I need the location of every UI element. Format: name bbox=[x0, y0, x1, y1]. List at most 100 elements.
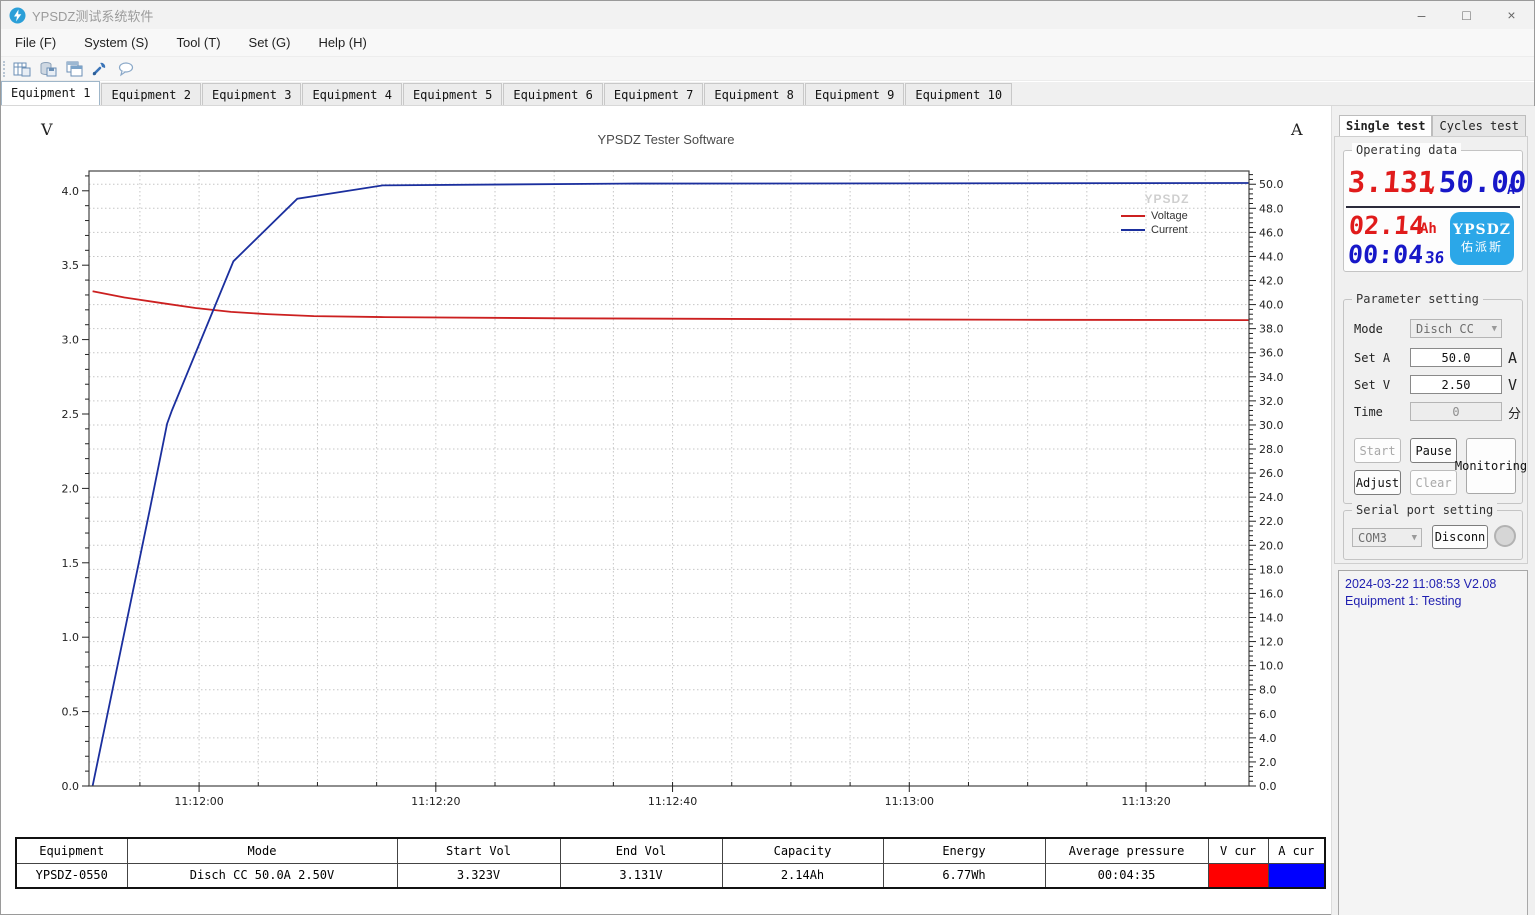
tab-equipment-10[interactable]: Equipment 10 bbox=[905, 83, 1012, 105]
parameter-setting-group: Parameter setting Mode Disch CC ▼ Set A … bbox=[1343, 299, 1523, 504]
svg-text:46.0: 46.0 bbox=[1259, 226, 1284, 239]
copy-icon[interactable] bbox=[63, 60, 85, 78]
legend-item-voltage: Voltage bbox=[1121, 209, 1213, 223]
tab-equipment-9[interactable]: Equipment 9 bbox=[805, 83, 904, 105]
elapsed-seconds-readout: 36 bbox=[1424, 248, 1445, 267]
adjust-button[interactable]: Adjust bbox=[1354, 470, 1401, 495]
menu-help[interactable]: Help (H) bbox=[304, 29, 380, 56]
mode-dropdown[interactable]: Disch CC ▼ bbox=[1410, 319, 1502, 338]
menu-tool[interactable]: Tool (T) bbox=[162, 29, 234, 56]
chart-legend: YPSDZ Voltage Current bbox=[1121, 192, 1213, 237]
table-cell: 3.131V bbox=[560, 863, 722, 888]
tab-equipment-7[interactable]: Equipment 7 bbox=[604, 83, 703, 105]
svg-text:38.0: 38.0 bbox=[1259, 323, 1284, 336]
elapsed-time-readout: 00:04 bbox=[1347, 240, 1424, 269]
svg-text:48.0: 48.0 bbox=[1259, 202, 1284, 215]
set-a-input[interactable] bbox=[1410, 348, 1502, 367]
time-input[interactable] bbox=[1410, 402, 1502, 421]
tab-equipment-4[interactable]: Equipment 4 bbox=[302, 83, 401, 105]
svg-text:28.0: 28.0 bbox=[1259, 443, 1284, 456]
svg-text:16.0: 16.0 bbox=[1259, 587, 1284, 600]
tool-bar bbox=[1, 57, 1534, 81]
v-cur-cell bbox=[1208, 863, 1268, 888]
set-v-label: Set V bbox=[1354, 378, 1390, 392]
clear-button[interactable]: Clear bbox=[1410, 470, 1457, 495]
start-button[interactable]: Start bbox=[1354, 438, 1401, 463]
time-unit: 分 bbox=[1508, 403, 1521, 422]
monitoring-button[interactable]: Monitoring bbox=[1466, 438, 1516, 494]
wrench-icon[interactable] bbox=[89, 60, 111, 78]
chart-watermark: YPSDZ bbox=[1121, 192, 1213, 206]
tab-equipment-8[interactable]: Equipment 8 bbox=[704, 83, 803, 105]
legend-item-current: Current bbox=[1121, 223, 1213, 237]
svg-text:0.0: 0.0 bbox=[62, 780, 80, 793]
mode-value: Disch CC bbox=[1416, 322, 1474, 336]
table-cell: YPSDZ-0550 bbox=[16, 863, 127, 888]
tab-equipment-3[interactable]: Equipment 3 bbox=[202, 83, 301, 105]
svg-text:10.0: 10.0 bbox=[1259, 660, 1284, 673]
com-port-dropdown[interactable]: COM3 ▼ bbox=[1352, 528, 1422, 547]
menu-set[interactable]: Set (G) bbox=[235, 29, 305, 56]
report-icon[interactable] bbox=[11, 60, 33, 78]
svg-text:24.0: 24.0 bbox=[1259, 491, 1284, 504]
set-a-label: Set A bbox=[1354, 351, 1390, 365]
minimize-button[interactable]: – bbox=[1399, 1, 1444, 29]
svg-text:2.0: 2.0 bbox=[62, 482, 80, 495]
parameter-setting-title: Parameter setting bbox=[1352, 292, 1483, 306]
ypsdz-logo: YPSDZ 佑派斯 bbox=[1450, 212, 1514, 265]
log-line: 2024-03-22 11:08:53 V2.08 bbox=[1345, 576, 1521, 593]
svg-text:3.5: 3.5 bbox=[62, 259, 80, 272]
tab-equipment-6[interactable]: Equipment 6 bbox=[503, 83, 602, 105]
table-header-cell: A cur bbox=[1268, 838, 1325, 863]
svg-text:4.0: 4.0 bbox=[62, 185, 80, 198]
menu-system[interactable]: System (S) bbox=[70, 29, 162, 56]
chevron-down-icon: ▼ bbox=[1412, 533, 1417, 543]
svg-text:44.0: 44.0 bbox=[1259, 250, 1284, 263]
svg-text:34.0: 34.0 bbox=[1259, 371, 1284, 384]
chart-region: V A YPSDZ Tester Software 0.00.51.01.52.… bbox=[1, 106, 1331, 836]
table-cell: 2.14Ah bbox=[722, 863, 883, 888]
save-icon[interactable] bbox=[37, 60, 59, 78]
voltage-line-swatch bbox=[1121, 215, 1145, 217]
svg-text:40.0: 40.0 bbox=[1259, 299, 1284, 312]
svg-text:4.0: 4.0 bbox=[1259, 732, 1277, 745]
log-line: Equipment 1: Testing bbox=[1345, 593, 1521, 610]
tab-cycles-test[interactable]: Cycles test bbox=[1432, 115, 1525, 136]
connection-status-indicator bbox=[1494, 525, 1516, 547]
svg-text:1.5: 1.5 bbox=[62, 557, 80, 570]
serial-port-title: Serial port setting bbox=[1352, 503, 1497, 517]
tab-equipment-5[interactable]: Equipment 5 bbox=[403, 83, 502, 105]
current-readout-unit: A bbox=[1507, 183, 1515, 198]
svg-text:30.0: 30.0 bbox=[1259, 419, 1284, 432]
app-logo-icon bbox=[9, 7, 26, 24]
svg-text:50.0: 50.0 bbox=[1259, 178, 1284, 191]
current-line bbox=[93, 183, 1249, 786]
table-header-cell: Start Vol bbox=[397, 838, 560, 863]
mode-label: Mode bbox=[1354, 322, 1383, 336]
set-v-unit: V bbox=[1508, 376, 1517, 394]
tab-equipment-1[interactable]: Equipment 1 bbox=[1, 81, 100, 105]
svg-text:20.0: 20.0 bbox=[1259, 539, 1284, 552]
tab-equipment-2[interactable]: Equipment 2 bbox=[101, 83, 200, 105]
chart-title: YPSDZ Tester Software bbox=[1, 132, 1331, 147]
svg-text:42.0: 42.0 bbox=[1259, 275, 1284, 288]
comment-icon[interactable] bbox=[115, 60, 137, 78]
table-header-cell: Equipment bbox=[16, 838, 127, 863]
svg-text:26.0: 26.0 bbox=[1259, 467, 1284, 480]
set-a-unit: A bbox=[1508, 349, 1517, 367]
single-test-panel: Operating data 3.131 v 50.00 A 02.14 Ah … bbox=[1334, 136, 1528, 564]
window-title: YPSDZ测试系统软件 bbox=[32, 6, 153, 25]
svg-text:3.0: 3.0 bbox=[62, 334, 80, 347]
svg-text:11:13:00: 11:13:00 bbox=[885, 795, 934, 808]
maximize-button[interactable]: □ bbox=[1444, 1, 1489, 29]
table-cell: 6.77Wh bbox=[883, 863, 1045, 888]
set-v-input[interactable] bbox=[1410, 375, 1502, 394]
close-button[interactable]: × bbox=[1489, 1, 1534, 29]
pause-button[interactable]: Pause bbox=[1410, 438, 1457, 463]
disconnect-button[interactable]: Disconn bbox=[1432, 525, 1488, 549]
legend-label-voltage: Voltage bbox=[1151, 210, 1188, 222]
toolbar-grip[interactable] bbox=[3, 61, 7, 77]
menu-file[interactable]: File (F) bbox=[1, 29, 70, 56]
svg-text:2.5: 2.5 bbox=[62, 408, 80, 421]
tab-single-test[interactable]: Single test bbox=[1339, 115, 1432, 136]
